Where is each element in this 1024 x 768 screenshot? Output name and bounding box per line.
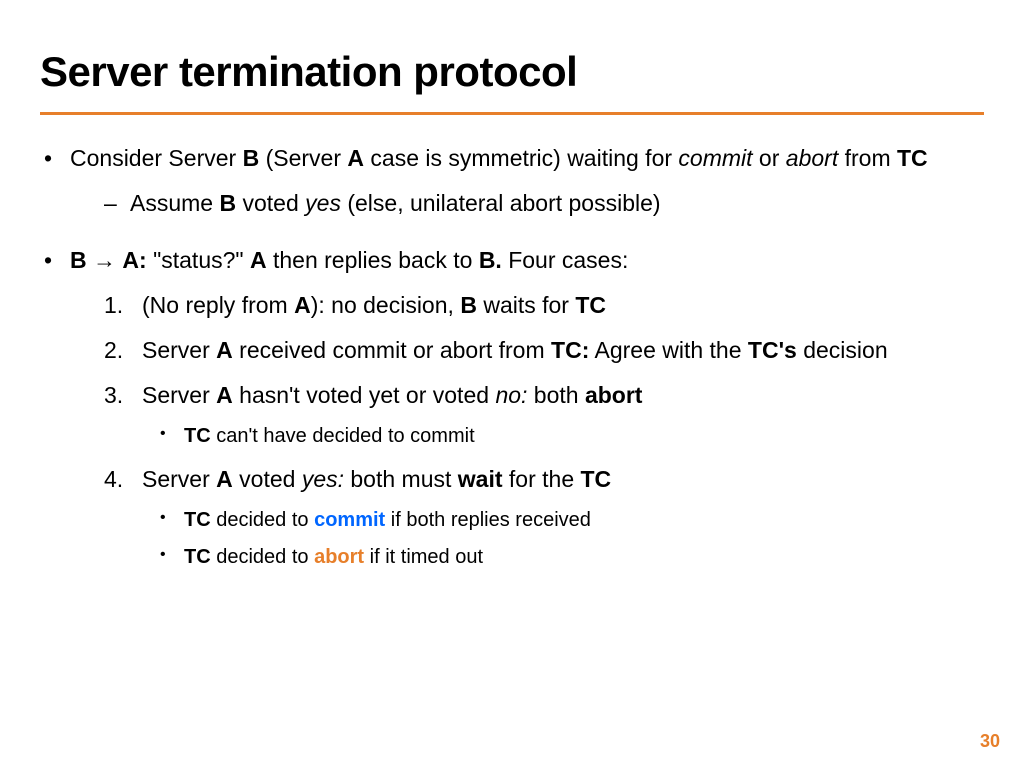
text: ): no decision, — [311, 292, 461, 318]
text: hasn't voted yet or voted — [233, 382, 496, 408]
case-2: Server A received commit or abort from T… — [70, 335, 984, 366]
text-bold: TC — [581, 466, 612, 492]
text: decided to — [211, 509, 314, 531]
case-4: Server A voted yes: both must wait for t… — [70, 464, 984, 571]
text-bold: abort — [585, 382, 643, 408]
text: Agree with the — [589, 337, 748, 363]
slide: Server termination protocol Consider Ser… — [0, 0, 1024, 768]
text: if both replies received — [385, 509, 591, 531]
text: Server — [142, 466, 216, 492]
arrow-icon: → — [87, 247, 123, 273]
page-number: 30 — [980, 731, 1000, 752]
case-1: (No reply from A): no decision, B waits … — [70, 290, 984, 321]
text: then replies back to — [267, 247, 479, 273]
text: received commit or abort from — [233, 337, 551, 363]
text: Server — [142, 382, 216, 408]
text: Consider Server — [70, 145, 243, 171]
text-bold: A: — [122, 247, 146, 273]
text-bold: TC — [184, 509, 211, 531]
text: Four cases: — [502, 247, 629, 273]
text: waits for — [477, 292, 575, 318]
text: if it timed out — [364, 546, 483, 568]
text-italic: abort — [786, 145, 838, 171]
bullet-1-sub: Assume B voted yes (else, unilateral abo… — [70, 188, 984, 219]
text-bold: TC — [897, 145, 928, 171]
text-bold: A — [216, 337, 233, 363]
text-bold: B. — [479, 247, 502, 273]
text: (Server — [259, 145, 347, 171]
text: case is symmetric) waiting for — [364, 145, 678, 171]
text-bold: A — [216, 466, 233, 492]
text-bold: TC — [184, 546, 211, 568]
text-abort: abort — [314, 546, 364, 568]
text: voted — [236, 190, 305, 216]
text: for the — [503, 466, 581, 492]
text-italic: no: — [495, 382, 527, 408]
case-3: Server A hasn't voted yet or voted no: b… — [70, 380, 984, 450]
text-commit: commit — [314, 509, 385, 531]
slide-title: Server termination protocol — [40, 48, 984, 96]
text-bold: B — [70, 247, 87, 273]
text-bold: B — [460, 292, 477, 318]
text-bold: B — [243, 145, 260, 171]
text-bold: wait — [458, 466, 503, 492]
text-bold: B — [219, 190, 236, 216]
text: or — [753, 145, 786, 171]
text: can't have decided to commit — [211, 425, 475, 447]
text-bold: A — [294, 292, 311, 318]
text-bold: TC — [575, 292, 606, 318]
text: (No reply from — [142, 292, 294, 318]
text-bold: A — [347, 145, 364, 171]
bullet-1: Consider Server B (Server A case is symm… — [40, 143, 984, 219]
text-italic: yes: — [302, 466, 344, 492]
text: Server — [142, 337, 216, 363]
text: from — [838, 145, 897, 171]
text: "status?" — [147, 247, 250, 273]
text-bold: A — [216, 382, 233, 408]
case-4-sub-2: TC decided to abort if it timed out — [142, 544, 984, 571]
bullet-2: B → A: "status?" A then replies back to … — [40, 245, 984, 571]
text-italic: yes — [305, 190, 341, 216]
text-bold: TC: — [551, 337, 589, 363]
case-3-sub: TC can't have decided to commit — [142, 423, 984, 450]
text-bold: A — [250, 247, 267, 273]
text-italic: commit — [678, 145, 752, 171]
text: both — [527, 382, 585, 408]
slide-body: Consider Server B (Server A case is symm… — [40, 143, 984, 571]
text-bold: TC — [184, 425, 211, 447]
text: (else, unilateral abort possible) — [341, 190, 661, 216]
case-4-sub-1: TC decided to commit if both replies rec… — [142, 507, 984, 534]
title-rule — [40, 112, 984, 115]
text: decided to — [211, 546, 314, 568]
text: Assume — [130, 190, 219, 216]
text: decision — [797, 337, 888, 363]
text: both must — [344, 466, 458, 492]
text-bold: TC's — [748, 337, 797, 363]
text: voted — [233, 466, 302, 492]
